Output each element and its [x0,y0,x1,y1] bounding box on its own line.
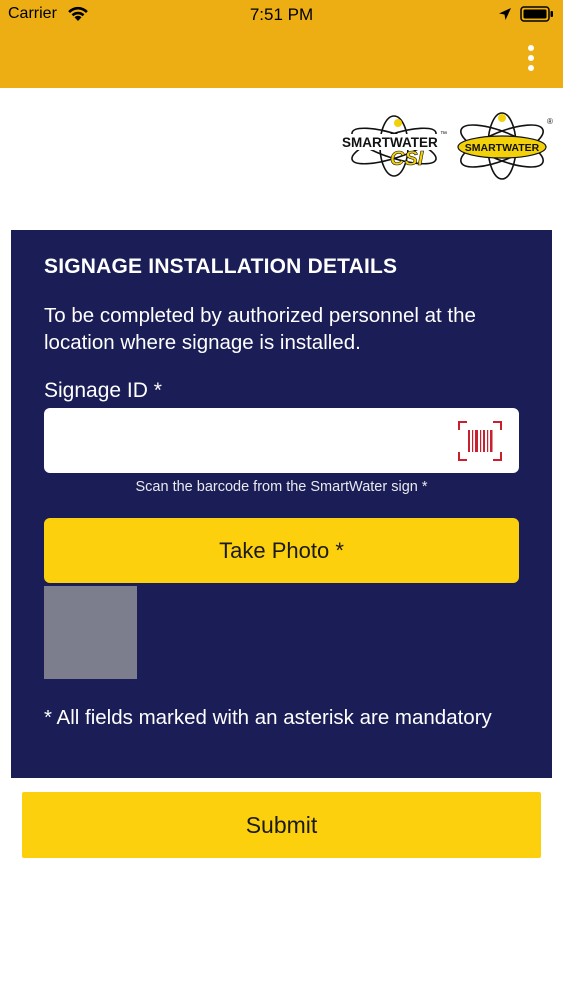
submit-button[interactable]: Submit [22,792,541,858]
form-title: SIGNAGE INSTALLATION DETAILS [44,255,398,278]
barcode-scan-icon[interactable] [457,420,503,462]
mandatory-note: * All fields marked with an asterisk are… [44,706,492,729]
battery-icon [520,6,553,22]
signage-id-label: Signage ID * [44,379,162,402]
sw-logo-text: SMARTWATER [465,142,540,154]
smartwater-logo: SMARTWATER ® [457,112,553,180]
take-photo-button[interactable]: Take Photo * [44,518,519,583]
signage-form-card: SIGNAGE INSTALLATION DETAILS To be compl… [11,230,552,778]
form-description: To be completed by authorized personnel … [44,304,476,354]
signage-id-input[interactable] [44,408,519,473]
status-bar: Carrier 7:51 PM [0,0,563,30]
app-header: Carrier 7:51 PM [0,0,563,88]
photo-thumbnail[interactable] [44,586,137,679]
svg-text:™: ™ [440,131,447,138]
location-arrow-icon [499,8,511,20]
svg-text:®: ® [547,117,553,126]
more-vertical-icon[interactable] [517,44,545,72]
scan-hint: Scan the barcode from the SmartWater sig… [135,479,428,495]
clock: 7:51 PM [249,5,314,24]
csi-logo-subtext: CSI [390,148,424,170]
smartwater-csi-logo: SMARTWATER ™ CSI [342,115,447,177]
